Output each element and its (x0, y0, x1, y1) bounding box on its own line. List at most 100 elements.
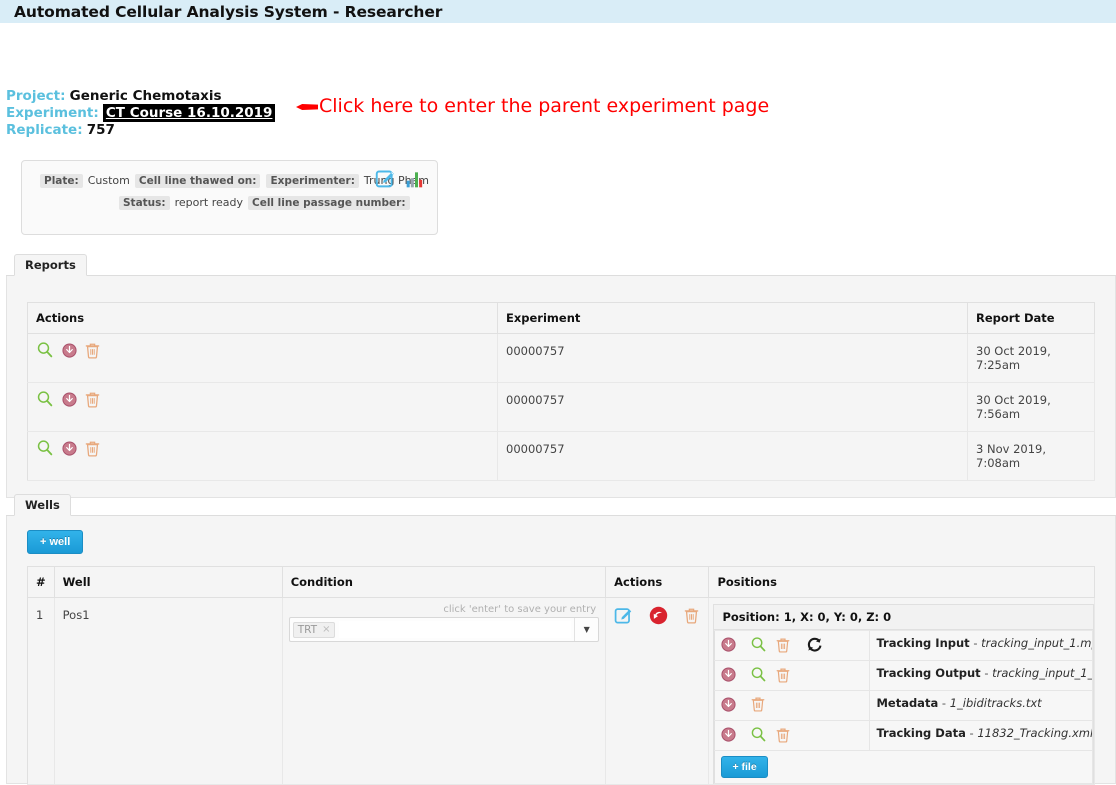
reports-panel: Reports Actions Experiment Report Date 0… (6, 254, 1116, 498)
bar-chart-icon[interactable] (405, 169, 425, 189)
file-row-name: Tracking Output - tracking_input_1_track… (869, 660, 1093, 691)
file-separator: - (969, 726, 974, 740)
reports-table: Actions Experiment Report Date 00000757 … (27, 302, 1095, 481)
file-value: tracking_input_1_tracking. (992, 666, 1091, 680)
trash-icon[interactable] (750, 696, 766, 712)
trash-icon[interactable] (775, 667, 791, 683)
wells-panel: Wells + well # Well Condition Actions Po… (6, 494, 1116, 785)
close-icon[interactable]: × (322, 624, 330, 635)
reports-row-report-date: 30 Oct 2019, 7:25am (967, 333, 1095, 383)
plate-value: Custom (87, 174, 130, 187)
download-circle-icon[interactable] (721, 727, 737, 742)
project-label: Project: (6, 88, 66, 104)
reports-row-report-date: 3 Nov 2019, 7:08am (967, 431, 1095, 481)
download-circle-icon[interactable] (62, 342, 77, 358)
wells-tablist: Wells (6, 494, 1116, 516)
wells-col-positions: Positions (708, 566, 1095, 598)
file-type-label: Tracking Data (876, 726, 966, 740)
reports-row-report-date: 30 Oct 2019, 7:56am (967, 382, 1095, 432)
well-row-actions (605, 597, 710, 785)
magnifier-icon[interactable] (36, 341, 54, 359)
file-row-name: Tracking Data - 11832_Tracking.xml.zip (869, 720, 1093, 751)
wells-col-condition: Condition (282, 566, 607, 598)
position-block: Position: 1, X: 0, Y: 0, Z: 0 Tracking I… (713, 604, 1094, 784)
trash-icon[interactable] (84, 391, 101, 408)
refresh-icon[interactable] (806, 636, 823, 653)
plate-info-actions (375, 168, 425, 189)
plate-info-box: Plate: Custom Cell line thawed on: Exper… (21, 160, 438, 235)
reports-tablist: Reports (6, 254, 1116, 276)
trash-icon[interactable] (84, 342, 101, 359)
condition-input[interactable] (339, 621, 572, 638)
magnifier-icon[interactable] (750, 666, 767, 683)
condition-token-field[interactable]: TRT × ▼ (288, 617, 600, 642)
plate-line-2: Status: report ready Cell line passage n… (22, 196, 437, 210)
wells-table-body: 1 Pos1 click 'enter' to save your entry … (27, 597, 1095, 785)
chevron-down-icon[interactable]: ▼ (574, 618, 598, 641)
reports-col-report-date: Report Date (967, 302, 1095, 334)
tab-wells[interactable]: Wells (14, 494, 71, 516)
condition-token-label: TRT (297, 623, 318, 636)
well-row-index: 1 (27, 597, 55, 785)
add-file-button[interactable]: + file (721, 756, 768, 778)
list-item: Tracking Input - tracking_input_1.mp4 (714, 630, 1093, 661)
experiment-link[interactable]: CT Course 16.10.2019 (102, 104, 276, 122)
file-type-label: Tracking Output (876, 666, 981, 680)
reports-row-experiment: 00000757 (497, 431, 968, 481)
cell-line-thawed-on-label: Cell line thawed on: (134, 174, 261, 188)
project-value: Generic Chemotaxis (69, 88, 222, 104)
list-item: Tracking Output - tracking_input_1_track… (714, 660, 1093, 691)
table-row: 1 Pos1 click 'enter' to save your entry … (27, 597, 1095, 785)
download-circle-icon[interactable] (721, 637, 737, 652)
experiment-meta-block: Project: Generic Chemotaxis Experiment: … (6, 88, 276, 139)
condition-token[interactable]: TRT × (292, 621, 336, 638)
condition-token-list: TRT × (290, 618, 574, 641)
arrow-left-icon (296, 104, 318, 110)
well-row-positions-cell: Position: 1, X: 0, Y: 0, Z: 0 Tracking I… (708, 597, 1095, 785)
app-header-bar: Automated Cellular Analysis System - Res… (0, 0, 1116, 23)
experiment-label: Experiment: (6, 105, 99, 121)
file-type-label: Tracking Input (876, 636, 970, 650)
magnifier-icon[interactable] (36, 439, 54, 457)
meta-row-experiment: Experiment: CT Course 16.10.2019 (6, 104, 276, 122)
trash-icon[interactable] (775, 637, 791, 653)
file-separator: - (973, 636, 978, 650)
status-value: report ready (174, 196, 243, 209)
trash-icon[interactable] (84, 440, 101, 457)
magnifier-icon[interactable] (36, 390, 54, 408)
plate-label: Plate: (40, 174, 83, 188)
download-circle-icon[interactable] (721, 696, 737, 712)
well-row-name: Pos1 (54, 597, 283, 785)
file-separator: - (984, 666, 989, 680)
reports-col-actions: Actions (27, 302, 498, 334)
download-circle-icon[interactable] (62, 440, 77, 456)
magnifier-icon[interactable] (750, 636, 767, 653)
download-circle-icon[interactable] (721, 667, 737, 682)
annotation-text: Click here to enter the parent experimen… (319, 95, 770, 117)
add-file-cell: + file (714, 750, 1093, 784)
file-type-label: Metadata (876, 696, 939, 710)
edit-square-icon[interactable] (614, 606, 633, 625)
reports-table-body: 00000757 30 Oct 2019, 7:25am 00000757 30… (27, 333, 1095, 481)
tab-reports[interactable]: Reports (14, 254, 87, 276)
list-item: Metadata - 1_ibiditracks.txt (714, 690, 1093, 721)
reports-row-actions (27, 333, 498, 383)
file-value: 11832_Tracking.xml.zip (977, 726, 1091, 740)
wells-col-well: Well (54, 566, 283, 598)
trash-icon[interactable] (775, 727, 791, 743)
rerun-circle-icon[interactable] (649, 606, 668, 625)
wells-col-index: # (27, 566, 55, 598)
app-title: Automated Cellular Analysis System - Res… (14, 2, 443, 21)
add-well-button[interactable]: + well (27, 530, 84, 554)
position-header: Position: 1, X: 0, Y: 0, Z: 0 (714, 605, 1093, 630)
reports-table-header-row: Actions Experiment Report Date (27, 302, 1095, 334)
magnifier-icon[interactable] (750, 726, 767, 743)
file-value: 1_ibiditracks.txt (949, 696, 1042, 710)
edit-square-icon[interactable] (375, 168, 396, 189)
file-value: tracking_input_1.mp4 (981, 636, 1092, 650)
trash-icon[interactable] (683, 607, 700, 624)
download-circle-icon[interactable] (62, 391, 77, 407)
position-files-table: Tracking Input - tracking_input_1.mp4 (714, 630, 1093, 784)
file-row-actions (714, 690, 871, 721)
meta-row-project: Project: Generic Chemotaxis (6, 88, 275, 105)
